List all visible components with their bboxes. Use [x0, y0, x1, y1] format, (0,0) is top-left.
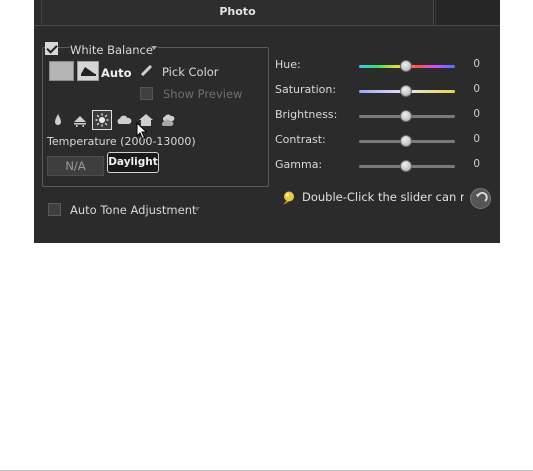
fluorescent-icon[interactable] [70, 110, 90, 130]
tab-left-stub [34, 0, 42, 26]
gamma-slider-thumb[interactable] [400, 160, 412, 172]
undo-icon [476, 192, 488, 202]
tab-photo-label: Photo [219, 5, 256, 18]
photo-panel: Photo White Balance Auto Pick Color Show… [34, 0, 500, 243]
gamma-value: 0 [473, 158, 480, 170]
hue-value: 0 [473, 58, 480, 70]
show-preview-checkbox[interactable] [140, 87, 153, 100]
contrast-label: Contrast: [275, 133, 326, 146]
temperature-input[interactable]: N/A [47, 156, 104, 176]
saturation-slider-thumb[interactable] [400, 85, 412, 97]
contrast-slider-thumb[interactable] [400, 135, 412, 147]
gamma-label: Gamma: [275, 158, 323, 171]
white-balance-checkbox[interactable] [45, 42, 58, 55]
daylight-icon[interactable] [92, 110, 112, 130]
white-balance-label: White Balance [70, 43, 157, 57]
auto-label: Auto [101, 66, 132, 80]
tab-next[interactable] [435, 0, 500, 26]
auto-tone-label: Auto Tone Adjustment [70, 203, 197, 217]
saturation-value: 0 [473, 83, 480, 95]
reset-hint-text: Double-Click the slider can reset [302, 190, 464, 204]
hue-slider-thumb[interactable] [400, 60, 412, 72]
color-swatch [49, 61, 74, 81]
white-balance-presets [48, 110, 188, 130]
tab-divider [34, 25, 500, 26]
tab-photo[interactable]: Photo [42, 0, 434, 26]
cloudy-icon[interactable] [114, 110, 134, 130]
brightness-value: 0 [473, 108, 480, 120]
temperature-label: Temperature (2000-13000) [47, 135, 196, 148]
lightbulb-icon [283, 191, 294, 205]
show-preview-label: Show Preview [163, 87, 243, 101]
brightness-label: Brightness: [275, 108, 338, 121]
tab-bar: Photo [34, 0, 500, 26]
eyedropper-icon[interactable] [140, 65, 152, 77]
daylight-tooltip: Daylight [107, 152, 159, 173]
white-balance-dropdown-icon[interactable] [151, 46, 157, 50]
contrast-value: 0 [473, 133, 480, 145]
auto-tone-checkbox[interactable] [48, 203, 61, 216]
candle-icon[interactable] [48, 110, 68, 130]
hue-label: Hue: [275, 58, 301, 71]
pick-color-button[interactable]: Pick Color [162, 65, 219, 79]
saturation-label: Saturation: [275, 83, 337, 96]
auto-tone-dropdown-icon[interactable] [194, 207, 200, 211]
auto-white-balance-button[interactable] [77, 61, 99, 81]
brightness-slider-thumb[interactable] [400, 110, 412, 122]
mouse-cursor-icon [136, 122, 148, 140]
overcast-icon[interactable] [158, 110, 178, 130]
reset-button[interactable] [470, 188, 491, 209]
